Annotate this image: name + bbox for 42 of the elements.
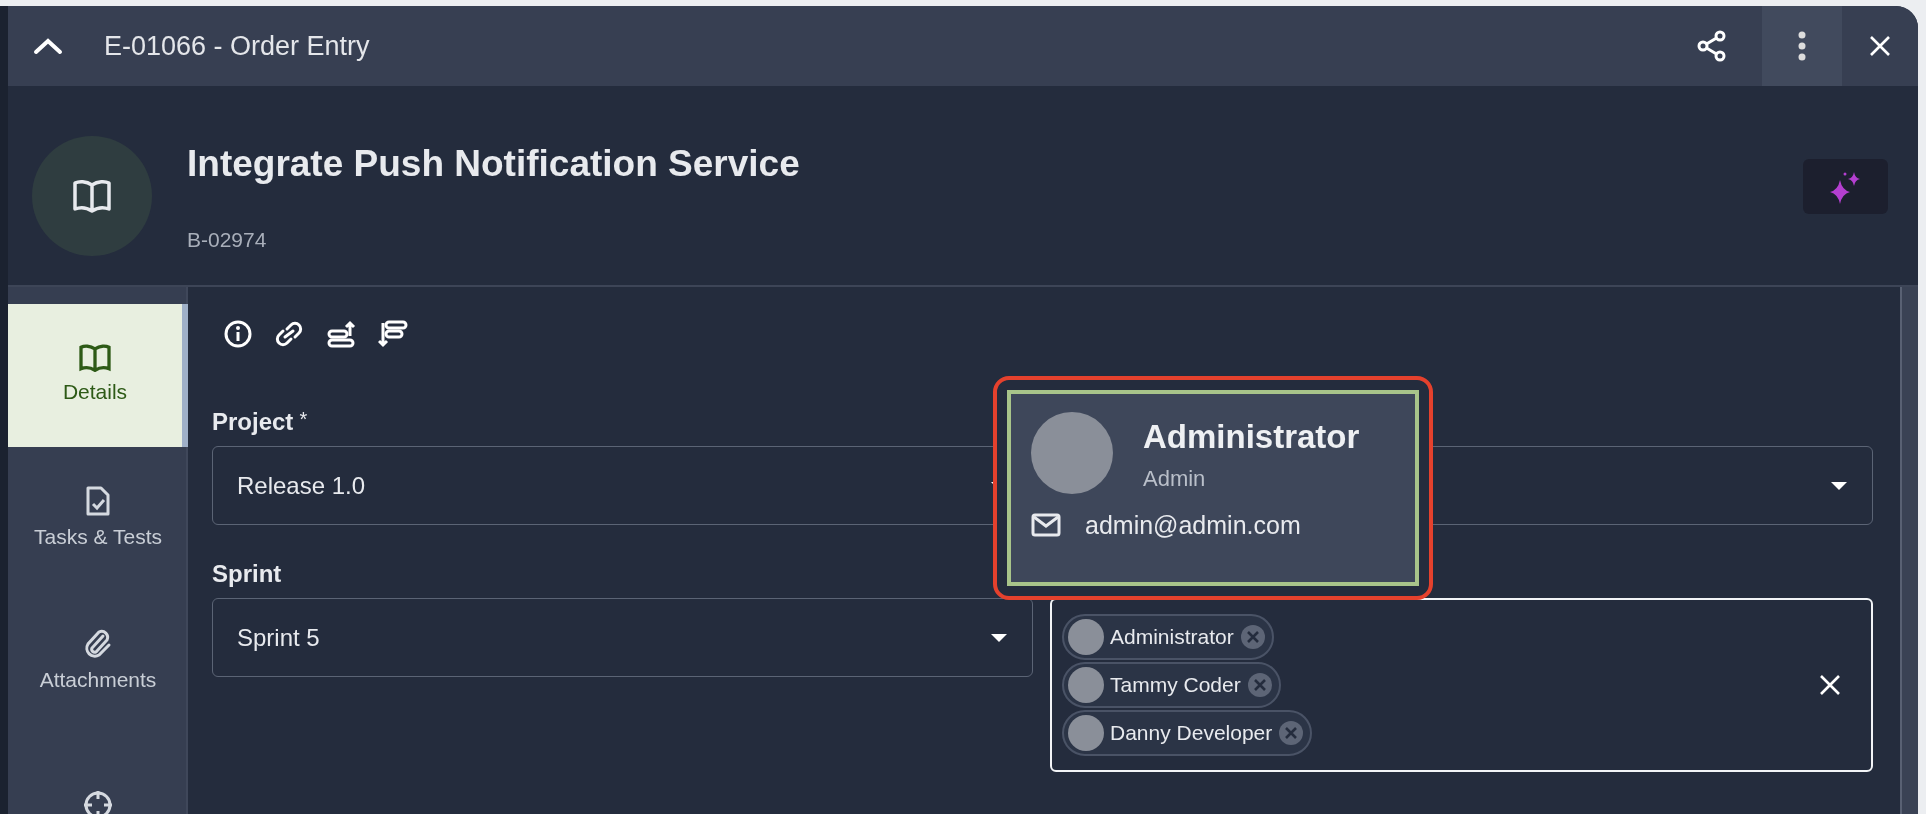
avatar-placeholder — [1068, 619, 1104, 655]
scrollbar[interactable] — [1900, 287, 1918, 814]
assignee-field[interactable]: Administrator Tammy Coder Danny Developer — [1050, 598, 1873, 772]
close-icon — [1869, 35, 1891, 57]
assignee-chip[interactable]: Danny Developer — [1062, 710, 1313, 756]
remove-icon[interactable] — [1239, 624, 1266, 650]
sidebar-tab[interactable]: Tasks & Tests — [8, 447, 188, 590]
required-mark: * — [299, 408, 308, 430]
avatar-placeholder — [1068, 667, 1104, 703]
book-icon — [78, 343, 112, 372]
crosshair-icon — [83, 789, 113, 814]
item-id: B-02974 — [187, 227, 268, 254]
info-icon[interactable] — [224, 320, 252, 348]
user-email: admin@admin.com — [1085, 509, 1301, 541]
remove-icon[interactable] — [1246, 672, 1273, 698]
remove-icon[interactable] — [1278, 720, 1305, 746]
paperclip-icon — [83, 627, 113, 660]
assignee-chip[interactable]: Administrator — [1062, 614, 1274, 660]
avatar-placeholder — [1068, 715, 1104, 751]
bars-up-arrow-icon[interactable] — [326, 320, 356, 348]
book-icon — [72, 179, 112, 213]
ai-assist-button[interactable] — [1803, 159, 1888, 214]
sidebar-tab[interactable]: Details — [8, 304, 188, 447]
chevron-up-icon — [33, 37, 63, 55]
dropdown-caret-icon — [990, 632, 1008, 643]
sidebar-tab[interactable]: Attachments — [8, 590, 188, 733]
item-title: Integrate Push Notification Service — [187, 142, 800, 186]
field-label: Project — [212, 408, 294, 435]
bars-down-arrow-icon[interactable] — [378, 320, 408, 348]
user-name: Administrator — [1143, 417, 1360, 457]
checked-document-icon — [85, 484, 111, 517]
more-icon — [1798, 31, 1806, 61]
window-title: E-01066 - Order Entry — [104, 29, 370, 63]
link-icon[interactable] — [274, 320, 304, 348]
assignee-chip[interactable]: Tammy Coder — [1062, 662, 1281, 708]
user-role: Admin — [1143, 464, 1207, 493]
select-field[interactable]: Sprint 5 — [212, 598, 1033, 677]
dropdown-caret-icon — [1830, 480, 1848, 491]
share-icon — [1696, 30, 1728, 62]
clear-icon[interactable] — [1819, 674, 1841, 696]
mail-icon — [1031, 513, 1061, 538]
field-label: Sprint — [212, 560, 282, 587]
